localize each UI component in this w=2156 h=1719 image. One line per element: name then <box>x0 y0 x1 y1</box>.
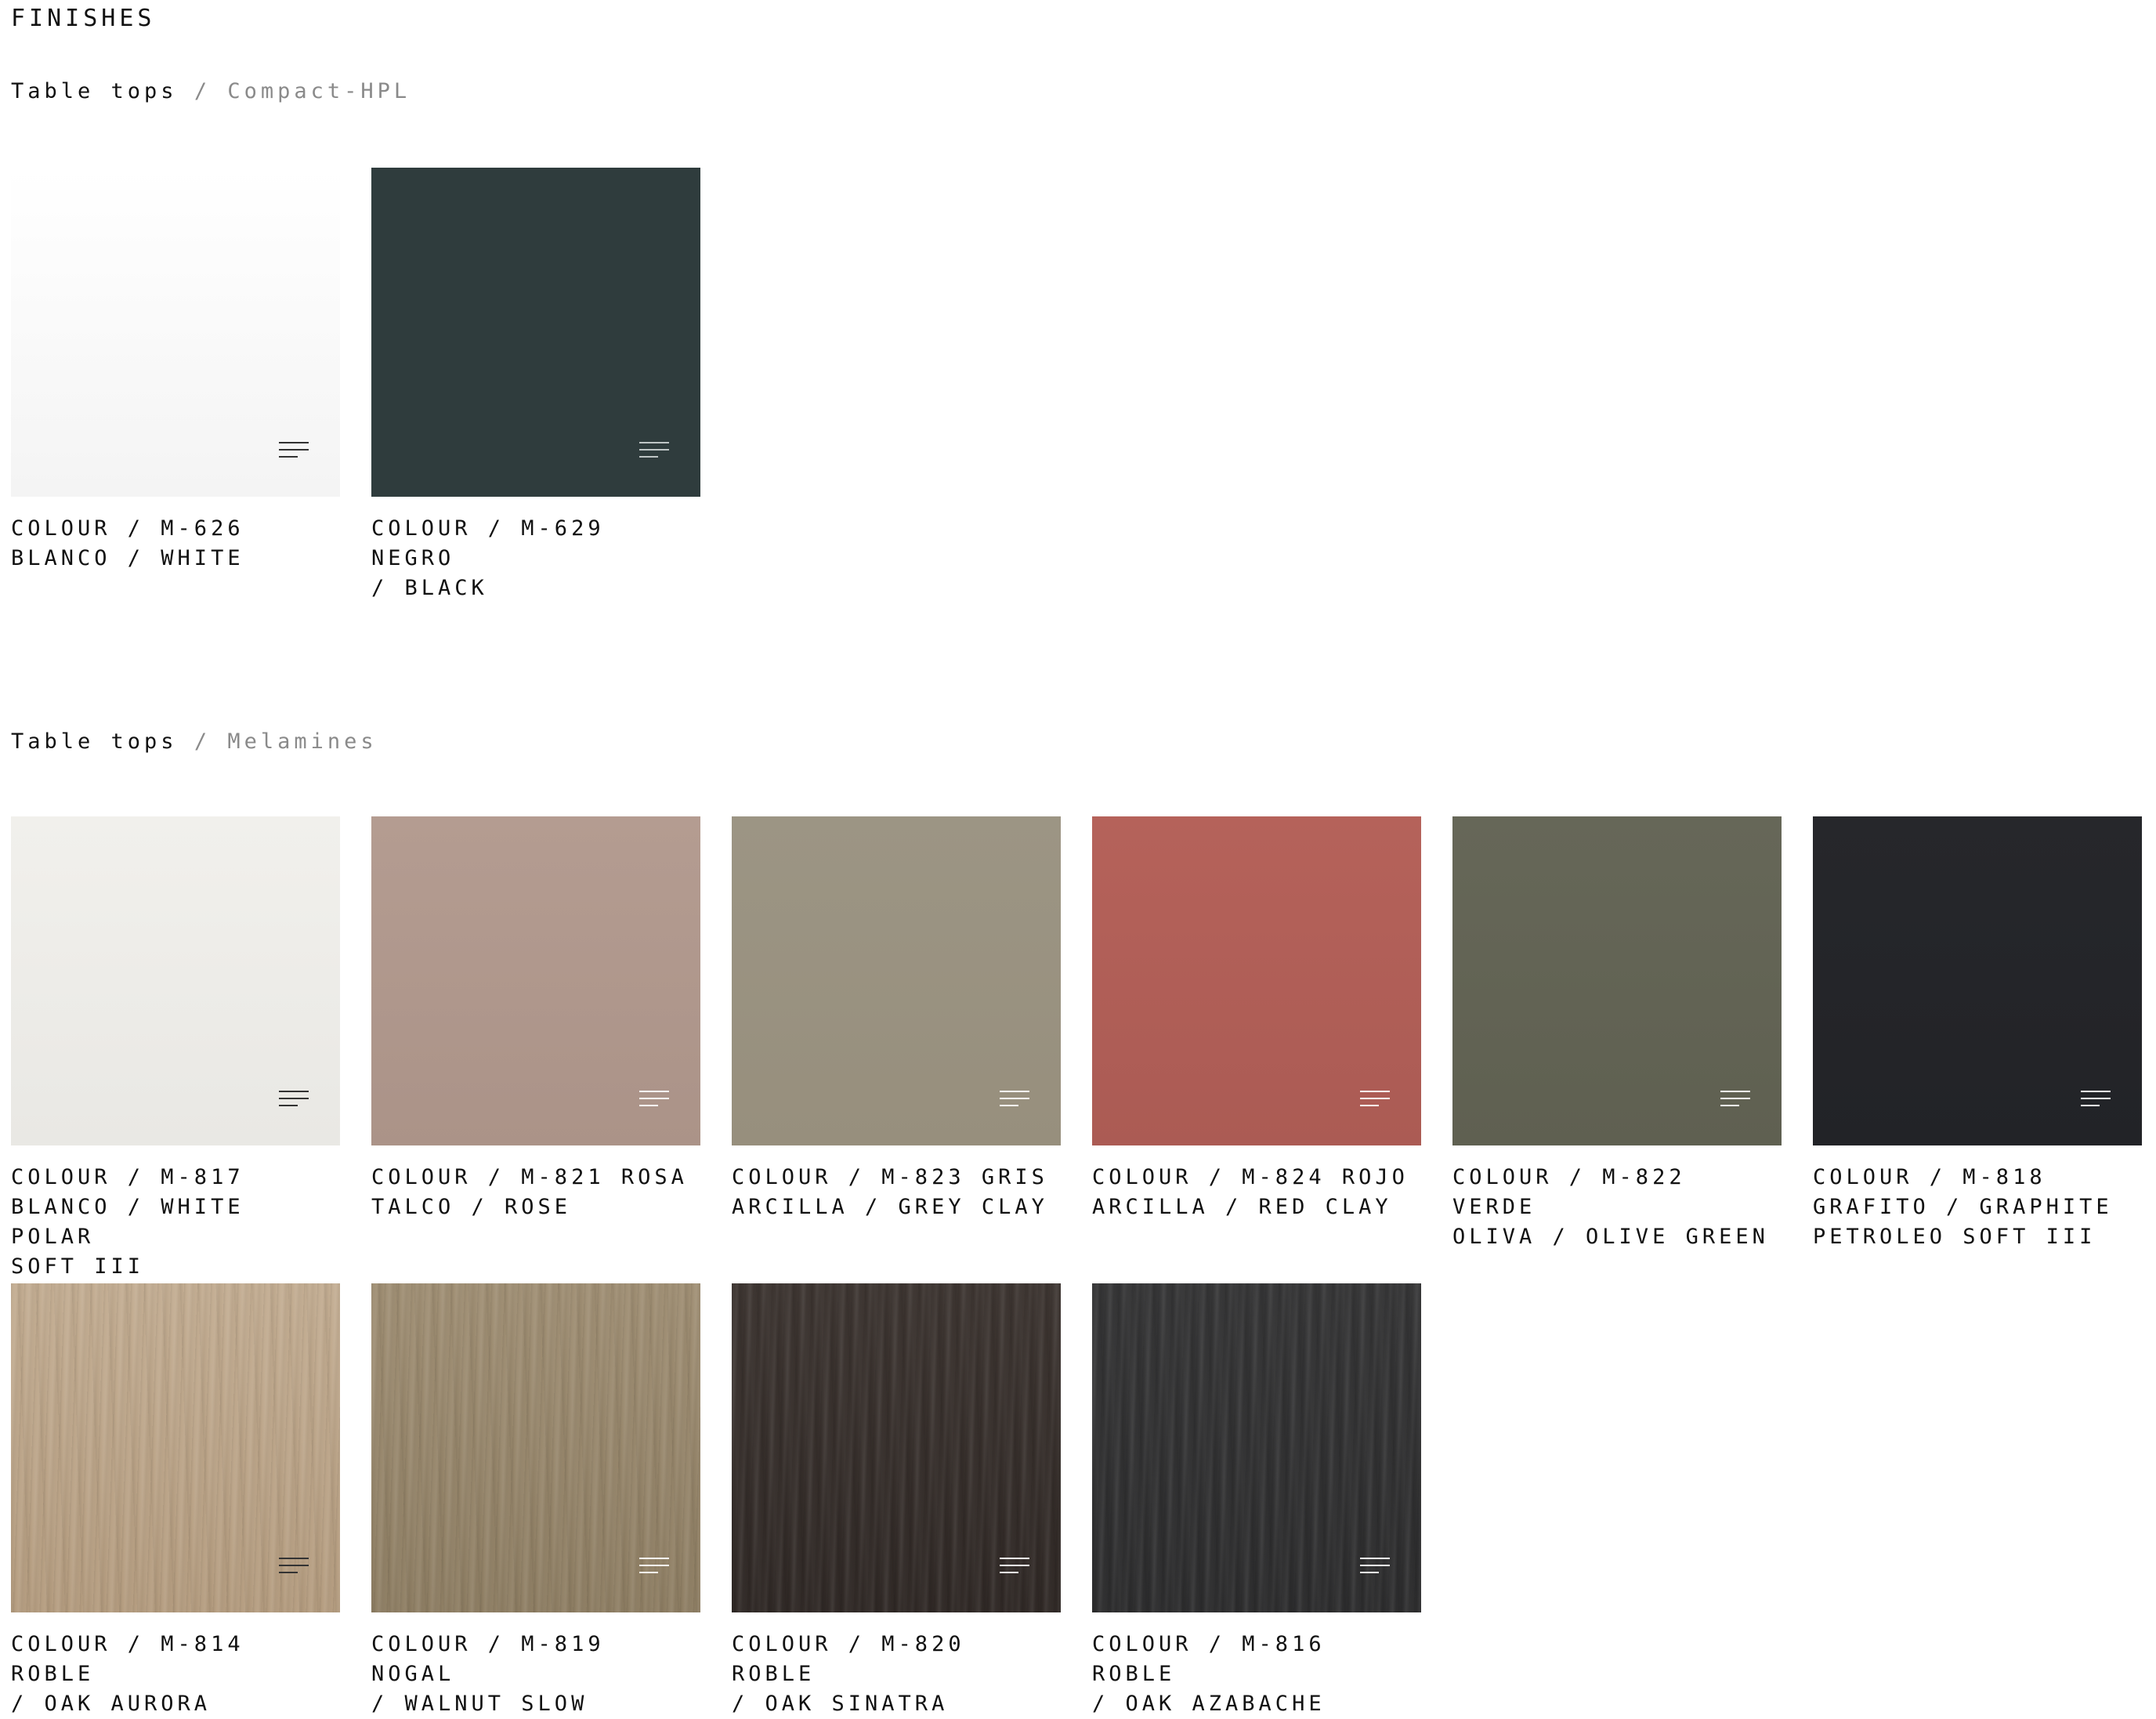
section-heading-compact-hpl: Table tops / Compact-HPL <box>11 78 411 105</box>
menu-lines-icon[interactable] <box>1360 1091 1390 1113</box>
finish-card[interactable]: COLOUR / M-819 NOGAL / WALNUT SLOW <box>371 1283 700 1719</box>
finish-card[interactable]: COLOUR / M-817 BLANCO / WHITE POLAR SOFT… <box>11 816 340 1282</box>
menu-lines-icon[interactable] <box>279 442 309 464</box>
finish-swatch[interactable] <box>371 168 700 497</box>
finish-card[interactable]: COLOUR / M-820 ROBLE / OAK SINATRA <box>732 1283 1061 1719</box>
finish-swatch[interactable] <box>1092 1283 1421 1612</box>
finish-label: COLOUR / M-818 GRAFITO / GRAPHITE PETROL… <box>1813 1165 2113 1249</box>
section-heading-melamines: Table tops / Melamines <box>11 729 378 755</box>
finish-swatch[interactable] <box>371 1283 700 1612</box>
finish-card[interactable]: COLOUR / M-814 ROBLE / OAK AURORA <box>11 1283 340 1719</box>
finish-swatch[interactable] <box>1092 816 1421 1145</box>
menu-lines-icon[interactable] <box>1000 1091 1029 1113</box>
finish-card[interactable]: COLOUR / M-626 BLANCO / WHITE <box>11 168 340 574</box>
finish-swatch[interactable] <box>11 168 340 497</box>
finish-swatch[interactable] <box>1813 816 2142 1145</box>
menu-lines-icon[interactable] <box>639 1091 669 1113</box>
section-heading-sub[interactable]: Compact-HPL <box>227 79 411 103</box>
finish-card[interactable]: COLOUR / M-816 ROBLE / OAK AZABACHE <box>1092 1283 1421 1719</box>
finish-swatch[interactable] <box>1452 816 1782 1145</box>
finish-label: COLOUR / M-626 BLANCO / WHITE <box>11 516 244 570</box>
menu-lines-icon[interactable] <box>639 442 669 464</box>
section-heading-separator: / <box>194 729 212 754</box>
finish-swatch[interactable] <box>371 816 700 1145</box>
menu-lines-icon[interactable] <box>1000 1558 1029 1580</box>
section-heading-sub[interactable]: Melamines <box>227 729 377 754</box>
menu-lines-icon[interactable] <box>279 1091 309 1113</box>
finish-swatch[interactable] <box>732 816 1061 1145</box>
finish-label: COLOUR / M-823 GRIS ARCILLA / GREY CLAY <box>732 1165 1048 1219</box>
finish-label: COLOUR / M-820 ROBLE / OAK SINATRA <box>732 1632 965 1716</box>
finish-label: COLOUR / M-824 ROJO ARCILLA / RED CLAY <box>1092 1165 1409 1219</box>
finish-label: COLOUR / M-629 NEGRO / BLACK <box>371 516 605 600</box>
finish-label: COLOUR / M-821 ROSA TALCO / ROSE <box>371 1165 688 1219</box>
finish-card[interactable]: COLOUR / M-824 ROJO ARCILLA / RED CLAY <box>1092 816 1421 1222</box>
finish-card[interactable]: COLOUR / M-823 GRIS ARCILLA / GREY CLAY <box>732 816 1061 1222</box>
section-heading-main: Table tops <box>11 729 178 754</box>
finish-card[interactable]: COLOUR / M-822 VERDE OLIVA / OLIVE GREEN <box>1452 816 1782 1252</box>
finish-label: COLOUR / M-817 BLANCO / WHITE POLAR SOFT… <box>11 1165 244 1279</box>
finish-swatch[interactable] <box>11 1283 340 1612</box>
menu-lines-icon[interactable] <box>279 1558 309 1580</box>
menu-lines-icon[interactable] <box>1720 1091 1750 1113</box>
page-title: FINISHES <box>11 5 156 32</box>
finish-swatch[interactable] <box>732 1283 1061 1612</box>
section-heading-main: Table tops <box>11 79 178 103</box>
finish-card[interactable]: COLOUR / M-821 ROSA TALCO / ROSE <box>371 816 700 1222</box>
finish-label: COLOUR / M-822 VERDE OLIVA / OLIVE GREEN <box>1452 1165 1769 1249</box>
menu-lines-icon[interactable] <box>639 1558 669 1580</box>
section-heading-separator: / <box>194 79 212 103</box>
finish-swatch[interactable] <box>11 816 340 1145</box>
menu-lines-icon[interactable] <box>2081 1091 2111 1113</box>
finish-card[interactable]: COLOUR / M-818 GRAFITO / GRAPHITE PETROL… <box>1813 816 2142 1252</box>
finish-label: COLOUR / M-814 ROBLE / OAK AURORA <box>11 1632 244 1716</box>
menu-lines-icon[interactable] <box>1360 1558 1390 1580</box>
finish-label: COLOUR / M-816 ROBLE / OAK AZABACHE <box>1092 1632 1326 1716</box>
finish-card[interactable]: COLOUR / M-629 NEGRO / BLACK <box>371 168 700 603</box>
finish-label: COLOUR / M-819 NOGAL / WALNUT SLOW <box>371 1632 605 1716</box>
